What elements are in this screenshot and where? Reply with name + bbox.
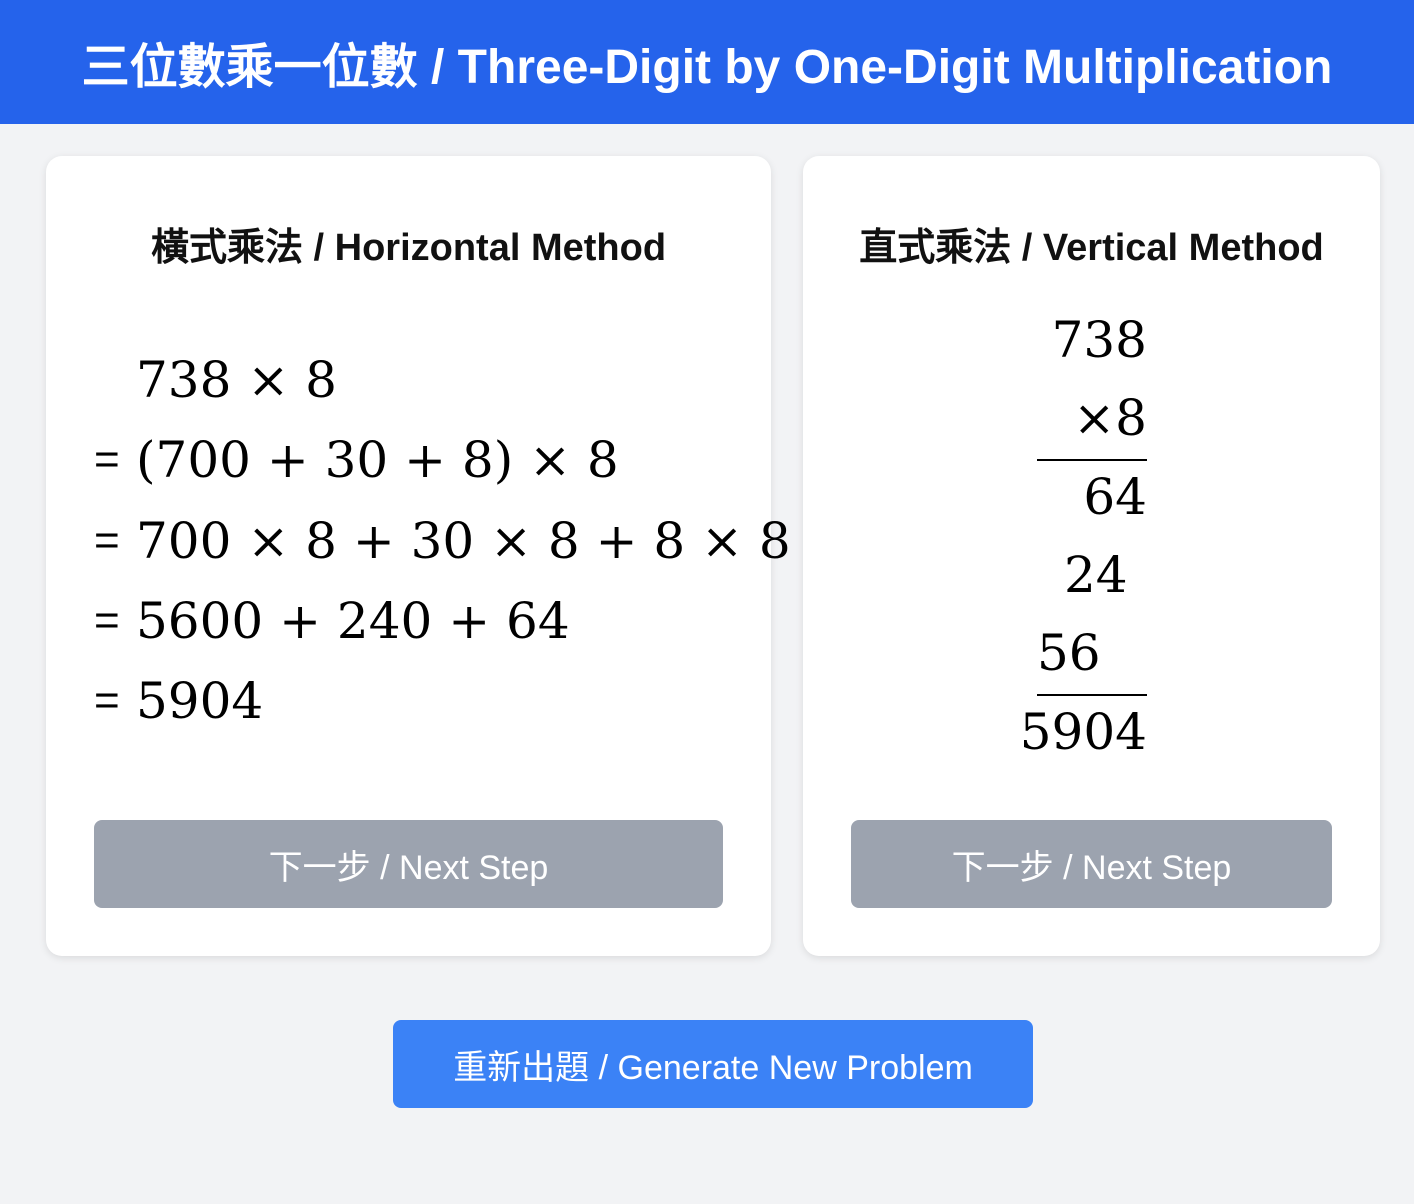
horizontal-line-1: 738 × 8 [94, 340, 337, 420]
horizontal-line-3: = 700 × 8 + 30 × 8 + 8 × 8 [94, 501, 791, 581]
horizontal-expression: 5600 + 240 + 64 [136, 592, 570, 650]
vertical-method-title: 直式乘法 / Vertical Method [859, 227, 1324, 269]
horizontal-next-step-button[interactable]: 下一步 / Next Step [94, 820, 723, 908]
vertical-partial-tens: 24 [1064, 546, 1128, 604]
page-title: 三位數乘一位數 / Three-Digit by One-Digit Multi… [81, 41, 1333, 94]
vertical-result: 5904 [1019, 703, 1147, 761]
vertical-partial-ones: 64 [1083, 468, 1147, 526]
vertical-method-card: 直式乘法 / Vertical Method 738 ×8 64 24 56 5… [803, 156, 1380, 956]
equals-sign: = [94, 676, 120, 725]
equals-sign: = [94, 435, 120, 484]
horizontal-method-card: 橫式乘法 / Horizontal Method 738 × 8 = (700 … [46, 156, 791, 956]
page-header: 三位數乘一位數 / Three-Digit by One-Digit Multi… [0, 0, 1414, 124]
vertical-next-step-button[interactable]: 下一步 / Next Step [851, 820, 1332, 908]
horizontal-expression: 700 × 8 + 30 × 8 + 8 × 8 [136, 512, 791, 570]
vertical-multiplier: ×8 [1073, 389, 1147, 447]
horizontal-expression: 738 × 8 [136, 351, 337, 409]
vertical-multiplicand: 738 [1051, 311, 1147, 369]
horizontal-method-title: 橫式乘法 / Horizontal Method [150, 227, 667, 269]
horizontal-line-5: = 5904 [94, 661, 263, 741]
generate-new-problem-button[interactable]: 重新出題 / Generate New Problem [393, 1020, 1033, 1108]
equals-sign: = [94, 516, 120, 565]
vertical-partial-hundreds: 56 [1037, 624, 1101, 682]
equals-sign: = [94, 596, 120, 645]
horizontal-expression: 5904 [136, 672, 264, 730]
horizontal-expression: (700 + 30 + 8) × 8 [136, 431, 619, 489]
horizontal-line-2: = (700 + 30 + 8) × 8 [94, 420, 619, 500]
horizontal-line-4: = 5600 + 240 + 64 [94, 581, 570, 661]
